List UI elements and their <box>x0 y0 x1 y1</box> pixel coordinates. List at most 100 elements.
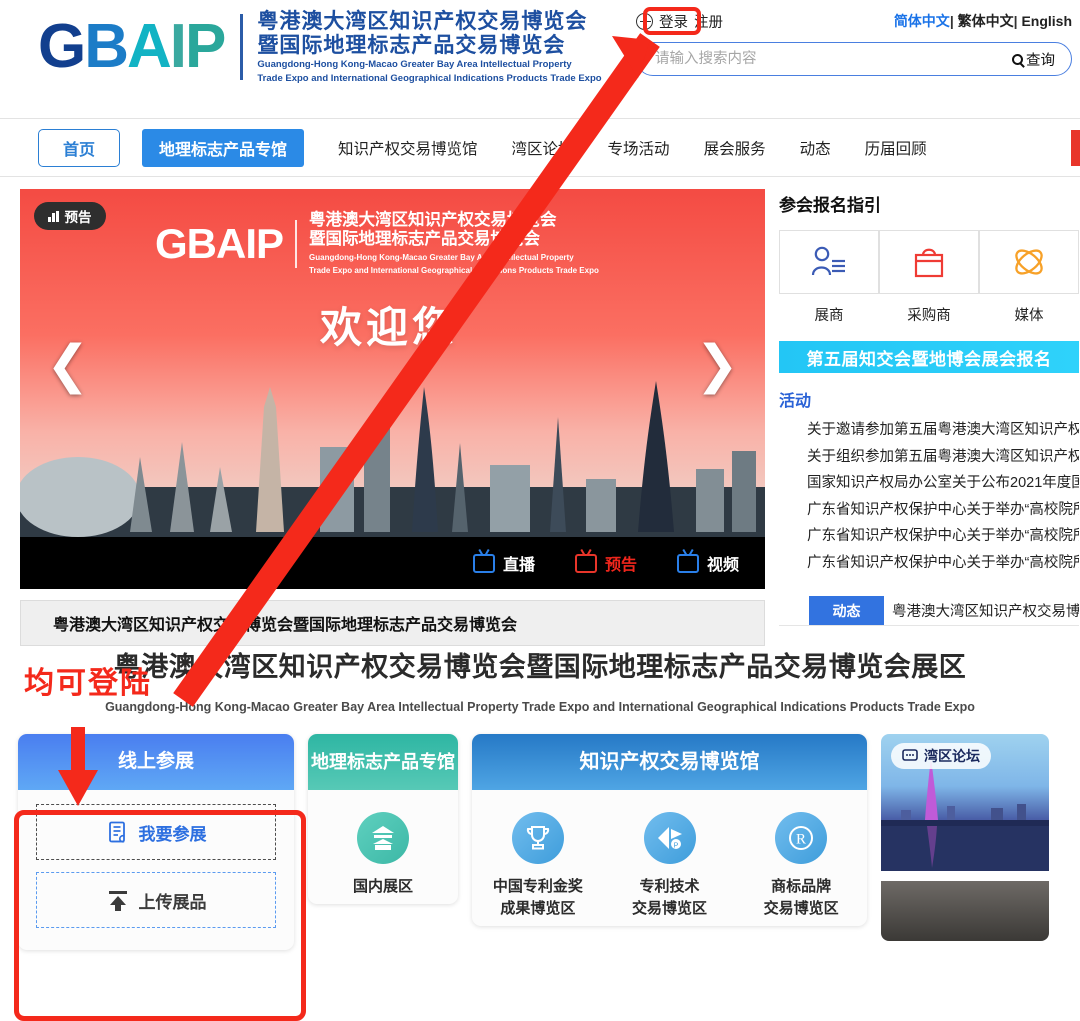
card-geo-pavilion[interactable]: 地理标志 产品专馆 国内展区 <box>308 734 458 904</box>
nav-item-news[interactable]: 动态 <box>800 137 831 159</box>
guide-grid: 展商 采购商 媒体 <box>779 230 1079 325</box>
bar-chart-icon <box>48 210 59 222</box>
media-tab-video-label: 视频 <box>706 557 739 574</box>
list-item[interactable]: 广东省知识产权保护中心关于举办“高校院所专利转化”的通知 <box>779 523 1079 550</box>
nav-item-geo-pavilion[interactable]: 地理标志产品专馆 <box>142 128 305 167</box>
account-row: 登录 注册 简体中文| 繁体中文| English <box>636 8 1072 34</box>
nav-item-special-events[interactable]: 专场活动 <box>608 137 670 159</box>
temple-icon <box>372 826 394 850</box>
logo-letter-b: B <box>84 12 129 82</box>
carousel-logo: GBAIP 粤港澳大湾区知识产权交易博览会 暨国际地理标志产品交易博览会 Gua… <box>155 211 599 277</box>
logo-letter-p: P <box>185 12 226 82</box>
zone-icon-wrap-trademark: R <box>775 812 828 864</box>
registered-trademark-icon: R <box>789 826 814 850</box>
dynamic-text[interactable]: 粤港澳大湾区知识产权交易博览会暨国际地理标志产品交易博览会 <box>884 596 1079 625</box>
card-bay-forum[interactable]: 湾区论坛 <box>881 734 1049 941</box>
svg-text:R: R <box>796 832 806 848</box>
logo-divider <box>240 14 244 81</box>
guide-box-buyer[interactable] <box>879 230 979 294</box>
zone-patent-tech[interactable]: P 专利技术 交易博览区 <box>604 812 736 920</box>
list-item[interactable]: 广东省知识产权保护中心关于举办“高校院所专利转化”的通知 <box>779 550 1079 577</box>
carousel-column: 预告 GBAIP 粤港澳大湾区知识产权交易博览会 暨国际地理标志产品交易博览会 … <box>20 177 765 646</box>
zone-icon-wrap-domestic <box>357 812 409 864</box>
zone-patent-gold-award[interactable]: 中国专利金奖 成果博览区 <box>472 812 604 920</box>
media-tab-video[interactable]: 视频 <box>676 551 739 575</box>
zone-domestic[interactable]: 国内展区 <box>308 790 458 904</box>
language-switcher: 简体中文| 繁体中文| English <box>894 11 1072 31</box>
page-root: GBAIP 粤港澳大湾区知识产权交易博览会 暨国际地理标志产品交易博览会 Gua… <box>0 0 1080 1021</box>
shopping-bag-icon <box>914 248 944 278</box>
search-button-label: 查询 <box>1026 52 1055 69</box>
media-tab-preview[interactable]: 预告 <box>574 551 637 575</box>
guide-title: 参会报名指引 <box>779 196 881 215</box>
chevron-right-icon[interactable]: ❯ <box>695 339 739 391</box>
list-item[interactable]: 关于邀请参加第五届粤港澳大湾区知识产权交易博览会的函 <box>779 417 1079 444</box>
svg-text:P: P <box>673 843 678 850</box>
sidebar-column: 参会报名指引 展商 采购商 媒体 第五届知交会暨地博会展会报名 活动 关于邀请参… <box>779 177 1079 626</box>
logo-letter-i: I <box>169 12 187 82</box>
list-item[interactable]: 国家知识产权局办公室关于公布2021年度国家知识产权示范城市 <box>779 470 1079 497</box>
search-bar[interactable]: 查询 <box>636 42 1072 76</box>
search-button[interactable]: 查询 <box>1012 49 1055 70</box>
lang-simplified[interactable]: 简体中文 <box>894 13 950 29</box>
guide-cell-buyer[interactable]: 采购商 <box>879 230 979 325</box>
chevron-left-icon[interactable]: ❮ <box>46 339 90 391</box>
zone-label-patent-gold-l2: 成果博览区 <box>500 899 576 917</box>
zone-label-patent-tech-l2: 交易博览区 <box>632 899 708 917</box>
nav-item-bay-forum[interactable]: 湾区论坛 <box>512 137 574 159</box>
tv-video-icon <box>676 553 699 573</box>
list-item[interactable]: 广东省知识产权保护中心关于举办“高校院所专利转化”的通知 <box>779 497 1079 524</box>
logo-wordmark: GBAIP <box>38 16 226 78</box>
search-input[interactable] <box>653 50 1012 68</box>
carousel-logo-divider <box>295 219 298 268</box>
carousel-title-line2: 暨国际地理标志产品交易博览会 <box>309 230 541 249</box>
media-atom-icon <box>1015 249 1043 275</box>
logo-title-line1: 粤港澳大湾区知识产权交易博览会 <box>257 10 588 33</box>
nav-item-home[interactable]: 首页 <box>38 128 120 167</box>
hero-carousel[interactable]: 预告 GBAIP 粤港澳大湾区知识产权交易博览会 暨国际地理标志产品交易博览会 … <box>20 189 765 589</box>
zone-label-patent-tech-l1: 专利技术 <box>639 878 700 895</box>
guide-cell-exhibitor[interactable]: 展商 <box>779 230 879 325</box>
carousel-badge-label: 预告 <box>64 210 92 225</box>
carousel-logo-wordmark: GBAIP <box>155 219 284 267</box>
annotation-note: 均可登陆 <box>24 667 152 700</box>
media-tab-live[interactable]: 直播 <box>472 551 535 575</box>
dynamic-tag: 动态 <box>809 596 884 625</box>
registration-banner[interactable]: 第五届知交会暨地博会展会报名 <box>779 341 1079 373</box>
guide-label-buyer: 采购商 <box>907 308 951 324</box>
exhibitor-icon <box>811 246 845 276</box>
nav-item-ip-expo[interactable]: 知识产权交易博览馆 <box>338 137 478 159</box>
logo-letter-a: A <box>127 12 172 82</box>
main-nav: 首页 地理标志产品专馆 知识产权交易博览馆 湾区论坛 专场活动 展会服务 动态 … <box>0 118 1080 177</box>
tv-live-icon <box>472 553 495 573</box>
search-icon <box>1012 53 1023 65</box>
tv-preview-icon <box>574 553 597 573</box>
dynamic-row[interactable]: 动态 粤港澳大湾区知识产权交易博览会暨国际地理标志产品交易博览会 <box>779 596 1079 626</box>
lang-traditional[interactable]: 繁体中文 <box>958 13 1014 29</box>
list-item[interactable]: 关于组织参加第五届粤港澳大湾区知识产权交易博览会的通知 <box>779 444 1079 471</box>
forum-chip: 湾区论坛 <box>891 743 991 769</box>
lang-sep-1: | <box>949 13 954 29</box>
logo-title-line2: 暨国际地理标志产品交易博览会 <box>257 33 566 57</box>
card-geo-header-line1: 地理标志 <box>311 751 383 772</box>
media-tab-preview-label: 预告 <box>604 557 637 574</box>
carousel-subtitle-line2: Trade Expo and International Geographica… <box>309 266 599 276</box>
guide-cell-media[interactable]: 媒体 <box>979 230 1079 325</box>
guide-box-media[interactable] <box>979 230 1079 294</box>
logo-subtitle-line1: Guangdong-Hong Kong-Macao Greater Bay Ar… <box>257 59 572 71</box>
nav-item-past-editions[interactable]: 历届回顾 <box>865 137 927 159</box>
nav-item-expo-services[interactable]: 展会服务 <box>704 137 766 159</box>
site-logo[interactable]: GBAIP 粤港澳大湾区知识产权交易博览会 暨国际地理标志产品交易博览会 Gua… <box>38 10 602 85</box>
carousel-caption[interactable]: 粤港澳大湾区知识产权交易博览会暨国际地理标志产品交易博览会 <box>20 600 765 646</box>
lang-english[interactable]: English <box>1021 13 1072 29</box>
zone-trademark[interactable]: R 商标品牌 交易博览区 <box>735 812 867 920</box>
guide-box-exhibitor[interactable] <box>779 230 879 294</box>
trophy-icon <box>526 826 549 850</box>
zone-label-trademark-l1: 商标品牌 <box>771 878 832 895</box>
media-tab-live-label: 直播 <box>502 557 535 574</box>
city-skyline-illustration <box>20 381 765 537</box>
logo-title-block: 粤港澳大湾区知识产权交易博览会 暨国际地理标志产品交易博览会 Guangdong… <box>257 10 601 85</box>
chat-bubble-icon <box>902 749 918 761</box>
card-ip-expo[interactable]: 知识产权交易博览馆 中国专利金奖 成果博览区 P 专利技术 交易博览区 R 商标… <box>472 734 867 926</box>
card-online-header: 线上参展 <box>18 734 294 790</box>
